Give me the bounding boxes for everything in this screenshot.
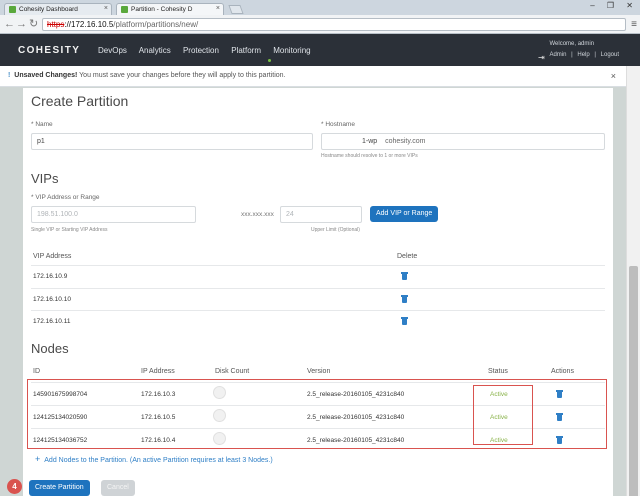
delete-header: Delete: [397, 253, 418, 260]
vips-heading: VIPs: [31, 171, 59, 186]
admin-link[interactable]: Admin: [549, 52, 566, 58]
nav-monitoring[interactable]: Monitoring: [273, 46, 310, 55]
app-header: COHESITY DevOps Analytics Protection Pla…: [0, 34, 640, 66]
create-partition-button[interactable]: Create Partition: [29, 480, 90, 496]
back-icon[interactable]: ←: [4, 18, 15, 30]
table-row: 172.16.10.11: [31, 310, 605, 331]
logout-link[interactable]: Logout: [601, 52, 619, 58]
trash-icon[interactable]: [401, 317, 408, 325]
main-nav: DevOps Analytics Protection Platform Mon…: [98, 46, 321, 55]
vip-address: 172.16.10.11: [33, 318, 71, 325]
window-controls[interactable]: – ❐ ✕: [590, 1, 638, 10]
step-badge: 4: [7, 479, 22, 494]
name-label: * Name: [31, 121, 53, 128]
nav-protection[interactable]: Protection: [183, 46, 219, 55]
trash-icon[interactable]: [401, 295, 408, 303]
browser-tab-dashboard[interactable]: Cohesity Dashboard ×: [4, 3, 112, 15]
nav-analytics[interactable]: Analytics: [139, 46, 171, 55]
info-icon: !: [8, 72, 11, 79]
cancel-button[interactable]: Cancel: [101, 480, 135, 496]
link-separator: |: [594, 52, 596, 58]
nav-platform[interactable]: Platform: [231, 46, 261, 55]
hostname-suffix: cohesity.com: [385, 138, 426, 145]
reload-icon[interactable]: ↻: [29, 18, 38, 30]
vip-address-field[interactable]: 198.51.100.0: [31, 206, 196, 223]
vip-address: 172.16.10.10: [33, 296, 71, 303]
tab-close-icon[interactable]: ×: [104, 5, 108, 12]
tab-title: Partition - Cohesity D: [131, 6, 193, 13]
hostname-hint: Hostname should resolve to 1 or more VIP…: [321, 153, 418, 159]
hostname-label: * Hostname: [321, 121, 355, 128]
banner-title: Unsaved Changes!: [14, 72, 78, 79]
hostname-value: 1-wp: [362, 138, 378, 145]
url-scheme: https: [47, 20, 65, 29]
page-scrollbar[interactable]: [626, 66, 640, 496]
range-hint: Upper Limit (Optional): [311, 227, 360, 233]
add-nodes-text: Add Nodes to the Partition. (An active P…: [44, 457, 273, 464]
vip-address: 172.16.10.9: [33, 273, 68, 280]
plus-icon: +: [35, 454, 41, 464]
disk-count-header: Disk Count: [215, 368, 250, 375]
browser-toolbar: ← → ↻ https://172.16.10.5/platform/parti…: [0, 15, 640, 34]
vip-address-header: VIP Address: [33, 253, 72, 260]
browser-menu-icon[interactable]: ≡: [631, 19, 637, 30]
link-separator: |: [571, 52, 573, 58]
version-header: Version: [307, 368, 331, 375]
id-header: ID: [33, 368, 40, 375]
url-bar[interactable]: https://172.16.10.5/platform/partitions/…: [42, 18, 626, 31]
new-tab-button[interactable]: [228, 5, 244, 14]
status-highlight-box: [473, 385, 533, 445]
forward-icon[interactable]: →: [16, 18, 27, 30]
ip-header: IP Address: [141, 368, 175, 375]
user-menu: Welcome, admin Admin | Help | Logout: [549, 41, 622, 58]
cohesity-logo[interactable]: COHESITY: [18, 45, 80, 56]
tab-close-icon[interactable]: ×: [216, 5, 220, 12]
unsaved-changes-banner: ! Unsaved Changes! You must save your ch…: [0, 66, 626, 87]
actions-header: Actions: [551, 368, 574, 375]
create-partition-card: Create Partition * Name p1 * Hostname 1-…: [23, 88, 613, 496]
scrollbar-thumb[interactable]: [629, 266, 638, 496]
add-nodes-link[interactable]: + Add Nodes to the Partition. (An active …: [35, 454, 273, 464]
active-nav-indicator: [268, 59, 271, 62]
vip-range-field[interactable]: 24: [280, 206, 362, 223]
add-vip-button[interactable]: Add VIP or Range: [370, 206, 439, 222]
nodes-heading: Nodes: [31, 341, 69, 356]
banner-message: You must save your changes before they w…: [79, 72, 286, 79]
nav-devops[interactable]: DevOps: [98, 46, 127, 55]
welcome-text: Welcome, admin: [549, 41, 595, 47]
cohesity-favicon-icon: [121, 6, 128, 13]
trash-icon[interactable]: [401, 272, 408, 280]
table-row: 172.16.10.10: [31, 288, 605, 309]
url-path: /platform/partitions/new/: [113, 20, 199, 29]
range-prefix: xxx.xxx.xxx: [241, 211, 274, 218]
url-host: ://172.16.10.5: [64, 20, 114, 29]
help-link[interactable]: Help: [577, 52, 589, 58]
browser-tab-partition[interactable]: Partition - Cohesity D ×: [116, 3, 224, 15]
vip-hint: Single VIP or Starting VIP Address: [31, 227, 108, 233]
tab-title: Cohesity Dashboard: [19, 6, 78, 13]
banner-close-icon[interactable]: ×: [611, 71, 616, 81]
browser-tab-strip: Cohesity Dashboard × Partition - Cohesit…: [0, 0, 640, 15]
table-row: 172.16.10.9: [31, 265, 605, 286]
cohesity-favicon-icon: [9, 6, 16, 13]
hostname-field[interactable]: 1-wp cohesity.com: [321, 133, 605, 150]
page-title: Create Partition: [31, 93, 129, 109]
name-field[interactable]: p1: [31, 133, 313, 150]
status-header: Status: [488, 368, 508, 375]
vip-label: * VIP Address or Range: [31, 194, 100, 201]
sign-out-icon: ⇥: [538, 53, 545, 62]
